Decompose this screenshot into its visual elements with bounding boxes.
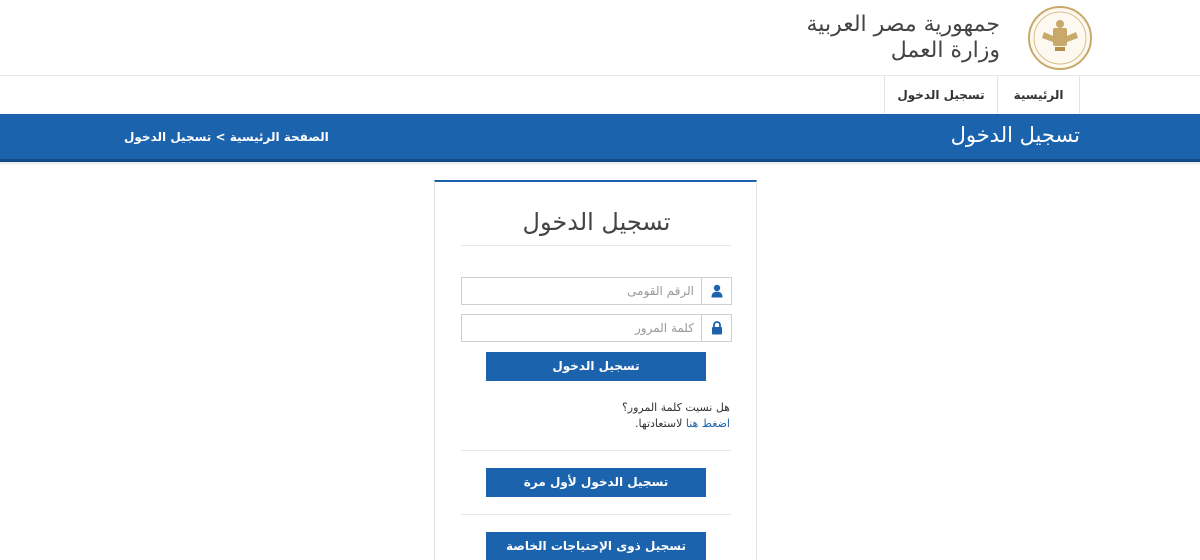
title-divider — [461, 245, 731, 246]
lock-icon — [701, 315, 731, 341]
login-card: تسجيل الدخول تسجيل الدخول هل نسيت كلمة ا… — [434, 180, 757, 560]
country-title: جمهورية مصر العربية — [806, 12, 1000, 37]
password-input[interactable] — [462, 315, 702, 341]
recover-suffix: لاستعادتها. — [635, 417, 686, 430]
ministry-emblem-icon — [1028, 6, 1092, 70]
section-divider-1 — [461, 450, 731, 451]
site-header: جمهورية مصر العربية وزارة العمل — [0, 0, 1200, 76]
login-button[interactable]: تسجيل الدخول — [486, 352, 706, 381]
first-time-login-button[interactable]: تسجيل الدخول لأول مرة — [486, 468, 706, 497]
forgot-recovery-line: اضغط هنا لاستعادتها. — [622, 416, 730, 432]
ministry-titles: جمهورية مصر العربية وزارة العمل — [807, 12, 1000, 64]
special-needs-register-button[interactable]: تسجيل ذوى الإحتياجات الخاصة — [486, 532, 706, 560]
page-banner: تسجيل الدخول الصفحة الرئيسية > تسجيل الد… — [0, 114, 1200, 162]
page-title: تسجيل الدخول — [950, 123, 1080, 147]
nav-item-login[interactable]: تسجيل الدخول — [884, 76, 997, 114]
nav-item-home[interactable]: الرئيسية — [997, 76, 1080, 114]
ministry-title: وزارة العمل — [890, 38, 1000, 63]
main-nav: الرئيسية تسجيل الدخول — [0, 76, 1200, 114]
banner-shadow — [0, 162, 1200, 166]
forgot-password-text: هل نسيت كلمة المرور؟ اضغط هنا لاستعادتها… — [622, 400, 730, 432]
user-icon — [701, 278, 731, 304]
breadcrumb[interactable]: الصفحة الرئيسية > تسجيل الدخول — [124, 130, 329, 144]
section-divider-2 — [461, 514, 731, 515]
password-field[interactable] — [461, 314, 732, 342]
national-id-field[interactable] — [461, 277, 732, 305]
recover-password-link[interactable]: اضغط هنا — [686, 417, 730, 430]
login-card-title: تسجيل الدخول — [522, 208, 671, 236]
national-id-input[interactable] — [462, 278, 702, 304]
forgot-question: هل نسيت كلمة المرور؟ — [621, 401, 730, 414]
